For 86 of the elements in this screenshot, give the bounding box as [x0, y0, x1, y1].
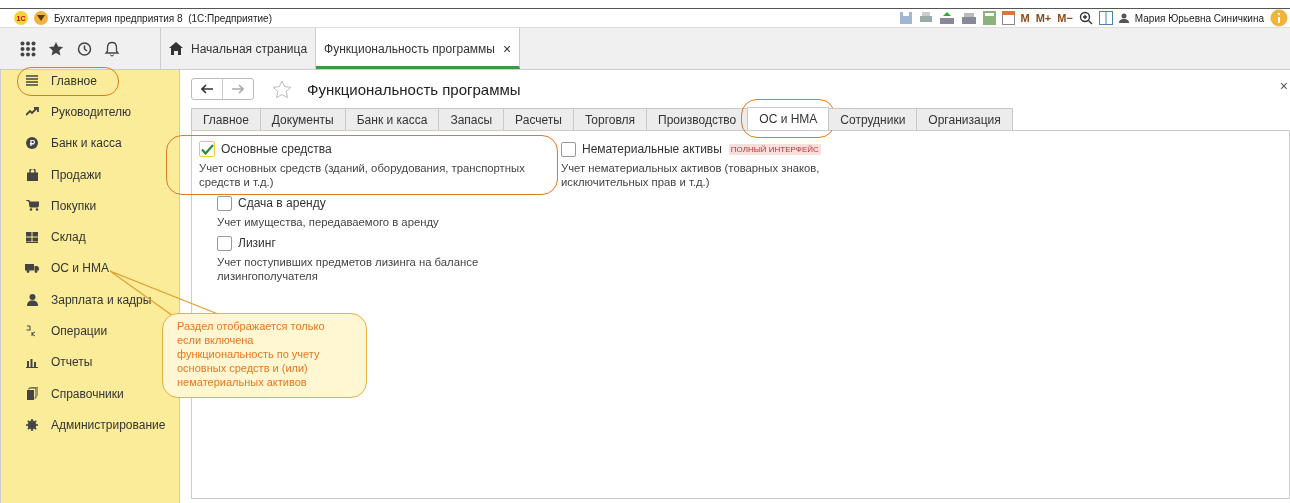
sidebar-item[interactable]: Склад — [11, 221, 179, 253]
trend-icon — [25, 107, 39, 117]
star-icon[interactable] — [48, 40, 64, 57]
cart-icon — [25, 200, 39, 212]
sidebar-item-label: Банк и касса — [51, 136, 122, 151]
sidebar-item[interactable]: Руководителю — [11, 96, 179, 128]
menu-icon — [26, 74, 38, 87]
sidebar-item[interactable]: ОС и НМА — [11, 252, 179, 285]
debit-credit-icon — [26, 325, 38, 337]
tab[interactable]: Главное — [191, 108, 261, 130]
close-tab-button[interactable]: × — [503, 40, 512, 57]
tab[interactable]: Торговля — [572, 108, 648, 130]
bell-icon[interactable] — [104, 40, 120, 57]
calendar-icon[interactable] — [1001, 11, 1015, 25]
sidebar-item[interactable]: Продажи — [11, 158, 179, 191]
bag-icon — [26, 168, 38, 181]
window-title: Бухгалтерия предприятия 8 (1С:Предприятие) — [54, 12, 272, 24]
tab[interactable]: Документы — [259, 108, 346, 130]
option-description: Учет нематериальных активов (товарных знаков, исключительных прав и т.д.) — [561, 161, 821, 189]
tab[interactable]: Сотрудники — [828, 108, 918, 130]
arrow-right-icon — [232, 84, 244, 94]
calculator-icon[interactable] — [982, 11, 996, 25]
callout-tooltip: Раздел отображается только если включена функциональность по учету основных средств и (или) нематериальных активов — [162, 313, 367, 398]
upload-icon[interactable] — [938, 11, 955, 25]
sidebar-item-label: Покупки — [51, 198, 97, 213]
option-description: Учет имущества, передаваемого в аренду — [217, 215, 440, 229]
tab[interactable]: Производство — [646, 108, 749, 130]
sidebar-item-label: Склад — [51, 230, 86, 245]
save-icon[interactable] — [898, 11, 913, 25]
interface-badge: ПОЛНЫЙ ИНТЕРФЕЙС — [728, 143, 821, 155]
sidebar-item[interactable]: Банк и касса — [11, 127, 179, 159]
sidebar-item[interactable]: Покупки — [11, 190, 179, 222]
sidebar-item-label: Администрирование — [51, 417, 166, 432]
tab[interactable]: Организация — [916, 108, 1013, 130]
menu-dropdown-button[interactable] — [34, 11, 48, 25]
apps-grid-icon[interactable] — [20, 40, 36, 57]
home-icon — [169, 42, 183, 55]
checkbox-label[interactable]: Нематериальные активы — [582, 142, 722, 156]
form-title: Функциональность программы — [307, 80, 521, 98]
tab[interactable]: Банк и касса — [344, 108, 440, 130]
info-icon[interactable] — [1270, 9, 1288, 27]
user-icon — [1118, 13, 1129, 23]
panels-icon[interactable] — [1098, 11, 1113, 25]
zoom-icon[interactable] — [1078, 11, 1093, 25]
sidebar-item-label: Главное — [51, 73, 97, 88]
close-button[interactable]: × — [1279, 78, 1288, 94]
sidebar-item-label: Зарплата и кадры — [51, 292, 152, 307]
checkbox[interactable] — [217, 195, 232, 211]
tab[interactable]: Расчеты — [503, 108, 574, 130]
checkbox[interactable] — [199, 141, 215, 157]
sidebar-item[interactable]: Зарплата и кадры — [11, 284, 179, 316]
warehouse-icon — [26, 231, 38, 243]
bar-chart-icon — [26, 356, 38, 368]
checkbox-label[interactable]: Основные средства — [221, 142, 332, 156]
sidebar-item-label: ОС и НМА — [51, 261, 110, 276]
memory-button[interactable]: M — [1020, 12, 1030, 24]
scanner-icon[interactable] — [960, 11, 977, 25]
history-icon[interactable] — [76, 40, 92, 57]
sidebar-item-label: Справочники — [51, 386, 124, 401]
gear-icon — [26, 418, 38, 431]
truck-icon — [25, 263, 39, 274]
checkbox-label[interactable]: Сдача в аренду — [238, 196, 326, 210]
person-icon — [26, 293, 38, 306]
checkbox[interactable] — [561, 141, 576, 157]
option-description: Учет поступивших предметов лизинга на балансе лизингополучателя — [217, 255, 480, 283]
user-name[interactable]: Мария Юрьевна Синичкина — [1134, 12, 1264, 24]
sidebar-item[interactable]: Администрирование — [11, 409, 179, 441]
arrow-left-icon — [201, 84, 213, 94]
option-description: Учет основных средств (зданий, оборудования, транспортных средств и т.д.) — [199, 161, 526, 189]
checkbox[interactable] — [217, 235, 232, 251]
ruble-icon — [26, 137, 38, 150]
sidebar-item-label: Продажи — [51, 167, 102, 182]
sidebar-item-label: Отчеты — [51, 355, 93, 370]
books-icon — [26, 387, 38, 401]
memory-button[interactable]: M− — [1057, 12, 1073, 24]
page-tab-label: Функциональность программы — [324, 41, 495, 56]
sidebar-item-label: Операции — [51, 324, 108, 338]
page-tab-label: Начальная страница — [191, 41, 308, 56]
print-icon[interactable] — [918, 11, 933, 25]
star-icon[interactable] — [272, 79, 292, 99]
checkbox-label[interactable]: Лизинг — [238, 236, 276, 250]
page-tab[interactable]: Функциональность программы × — [316, 28, 521, 69]
tab[interactable]: Запасы — [438, 108, 505, 130]
memory-button[interactable]: M+ — [1035, 12, 1052, 24]
sidebar-item-label: Руководителю — [51, 104, 132, 119]
caret-icon — [37, 15, 45, 21]
